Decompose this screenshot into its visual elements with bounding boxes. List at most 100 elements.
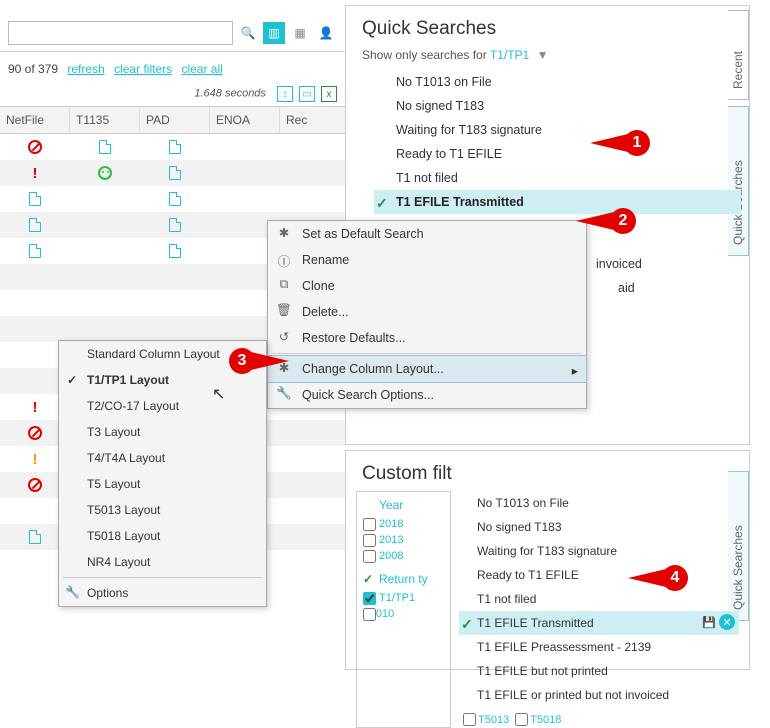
- ctx-restore[interactable]: ↺Restore Defaults...: [268, 325, 586, 351]
- layout-item[interactable]: T2/CO-17 Layout: [59, 393, 266, 419]
- rt-checkbox: T1/TP1: [363, 590, 444, 606]
- ctx-set-default[interactable]: ✱Set as Default Search: [268, 221, 586, 247]
- ok-icon: [98, 166, 112, 180]
- warn-icon: !: [33, 399, 38, 416]
- qs-item[interactable]: Waiting for T183 signature: [459, 539, 739, 563]
- text-cursor-icon: Ⓘ: [276, 251, 292, 270]
- qs-item[interactable]: No T1013 on File: [459, 491, 739, 515]
- restore-icon: ↺: [276, 329, 292, 344]
- qs-item[interactable]: T1 EFILE or printed but not invoiced: [459, 683, 739, 707]
- qs-item[interactable]: T1 not filed: [459, 587, 739, 611]
- code-checkbox: T5018: [515, 711, 561, 728]
- year-checkbox: 2008: [363, 548, 444, 564]
- cursor-icon: ↖: [212, 384, 225, 404]
- ctx-delete[interactable]: 🗑Delete...: [268, 299, 586, 325]
- qs-item[interactable]: No signed T183: [459, 515, 739, 539]
- code-checkbox: T5013: [463, 711, 509, 728]
- qs-item[interactable]: T1 EFILE Preassessment - 2139: [459, 635, 739, 659]
- cf-filters: Year 2018 2013 2008 Return ty T1/TP1 T30…: [356, 491, 451, 728]
- row-count: 90 of 379: [8, 62, 58, 76]
- layout-item[interactable]: T3 Layout: [59, 419, 266, 445]
- qs-item[interactable]: Ready to T1 EFILE: [459, 563, 739, 587]
- cf-title: Custom filt: [346, 451, 749, 491]
- wrench-icon: 🔧: [276, 386, 292, 401]
- forbid-icon: [28, 426, 42, 440]
- qs-item[interactable]: No T1013 on File: [374, 70, 741, 94]
- copy-icon: ⧉: [276, 277, 292, 292]
- layout-item[interactable]: NR4 Layout: [59, 549, 266, 575]
- qs-filter: Show only searches for T1/TP1 ▼: [346, 46, 749, 70]
- forbid-icon: [28, 140, 42, 154]
- doc-icon: [169, 218, 181, 232]
- layout-item[interactable]: T5013 Layout: [59, 497, 266, 523]
- col-pad[interactable]: PAD: [140, 107, 210, 133]
- search-icon[interactable]: 🔍: [237, 22, 259, 44]
- wrench-icon: 🔧: [65, 585, 80, 599]
- warn-icon: !: [33, 451, 38, 468]
- forbid-icon: [28, 478, 42, 492]
- chart-icon[interactable]: ▭: [299, 86, 315, 102]
- doc-icon: [29, 244, 41, 258]
- ctx-qs-options[interactable]: 🔧Quick Search Options...: [268, 382, 586, 408]
- doc-icon: [29, 218, 41, 232]
- search-input[interactable]: [8, 21, 233, 45]
- context-menu: ✱Set as Default Search ⒾRename ⧉Clone 🗑D…: [267, 220, 587, 409]
- doc-icon: [169, 140, 181, 154]
- return-type-section[interactable]: Return ty: [363, 572, 444, 586]
- refresh-link[interactable]: refresh: [67, 62, 104, 76]
- qs-item-selected[interactable]: T1 EFILE Transmitted 💾 ✕: [459, 611, 739, 635]
- ctx-rename[interactable]: ⒾRename: [268, 247, 586, 273]
- cf-qs-list: No T1013 on File No signed T183 Waiting …: [459, 491, 739, 728]
- callout-4: 4: [662, 565, 688, 591]
- star-icon: ✱: [276, 225, 292, 240]
- qs-filter-value[interactable]: T1/TP1: [490, 48, 529, 62]
- doc-icon: [99, 140, 111, 154]
- save-icon[interactable]: 💾: [701, 614, 717, 630]
- dropdown-caret-icon[interactable]: ▼: [537, 48, 549, 62]
- doc-icon: [169, 244, 181, 258]
- callout-1: 1: [624, 130, 650, 156]
- year-section[interactable]: Year: [363, 498, 444, 512]
- sort-icon[interactable]: ↕: [277, 86, 293, 102]
- custom-filters-panel: Quick Searches Custom filt Year 2018 201…: [345, 450, 750, 670]
- timing-bar: 1.648 seconds ↕ ▭ x: [0, 82, 345, 106]
- qs-item[interactable]: Waiting for T183 signature: [374, 118, 741, 142]
- col-rec[interactable]: Rec: [280, 107, 330, 133]
- qs-item[interactable]: Ready to T1 EFILE: [374, 142, 741, 166]
- export-excel-icon[interactable]: x: [321, 86, 337, 102]
- qs-item-selected[interactable]: T1 EFILE Transmitted: [374, 190, 741, 214]
- clear-filters-link[interactable]: clear filters: [114, 62, 172, 76]
- view-grid-icon[interactable]: ▦: [289, 22, 311, 44]
- doc-icon: [169, 192, 181, 206]
- ctx-clone[interactable]: ⧉Clone: [268, 273, 586, 299]
- ctx-change-layout[interactable]: ✱Change Column Layout...▸: [267, 355, 587, 383]
- col-netfile[interactable]: NetFile: [0, 107, 70, 133]
- year-checkbox: 2018: [363, 516, 444, 532]
- layout-item[interactable]: T5 Layout: [59, 471, 266, 497]
- clear-all-link[interactable]: clear all: [181, 62, 222, 76]
- layout-options[interactable]: 🔧Options: [59, 580, 266, 606]
- layout-submenu: Standard Column Layout T1/TP1 Layout T2/…: [58, 340, 267, 607]
- user-icon[interactable]: 👤: [315, 22, 337, 44]
- warn-icon: !: [33, 165, 38, 182]
- timing-text: 1.648 seconds: [194, 88, 266, 100]
- submenu-arrow-icon: ▸: [572, 363, 578, 378]
- trash-icon: 🗑: [276, 303, 292, 318]
- layout-item[interactable]: T5018 Layout: [59, 523, 266, 549]
- grid-header: NetFile T1135 PAD ENOA Rec: [0, 106, 345, 134]
- view-columns-icon[interactable]: ▥: [263, 22, 285, 44]
- filter-info: 90 of 379 refresh clear filters clear al…: [0, 52, 345, 82]
- qs-item[interactable]: T1 EFILE but not printed: [459, 659, 739, 683]
- qs-item[interactable]: No signed T183: [374, 94, 741, 118]
- layout-item[interactable]: T4/T4A Layout: [59, 445, 266, 471]
- rt-checkbox: T3010: [363, 606, 394, 622]
- qs-item[interactable]: T1 not filed: [374, 166, 741, 190]
- delete-icon[interactable]: ✕: [719, 614, 735, 630]
- callout-2: 2: [610, 208, 636, 234]
- col-t1135[interactable]: T1135: [70, 107, 140, 133]
- col-enoa[interactable]: ENOA: [210, 107, 280, 133]
- search-bar: 🔍 ▥ ▦ 👤: [0, 15, 345, 52]
- doc-icon: [169, 166, 181, 180]
- qs-title: Quick Searches: [346, 6, 749, 46]
- callout-3: 3: [229, 348, 255, 374]
